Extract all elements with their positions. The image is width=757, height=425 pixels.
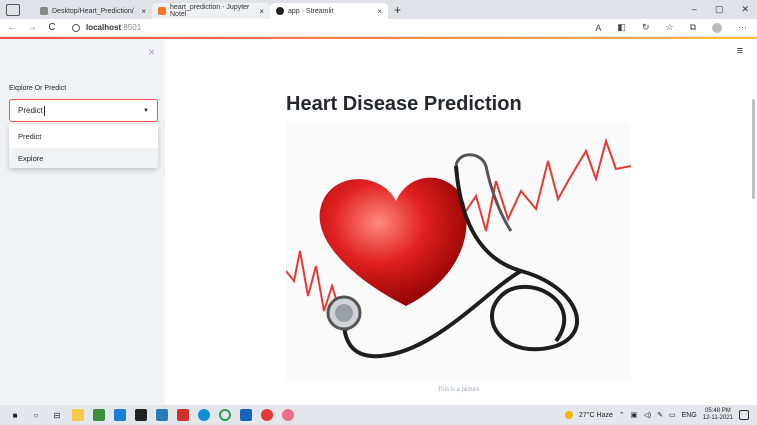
file-explorer-icon[interactable]: [72, 409, 84, 421]
select-label: Explore Or Predict: [9, 85, 67, 92]
clock[interactable]: 05:48 PM 12-11-2021: [703, 408, 733, 422]
anaconda-icon[interactable]: [93, 409, 105, 421]
weather-text[interactable]: 27°C Haze: [579, 412, 613, 419]
system-tray: 27°C Haze ⌃ ▣ ◁) ✎ ▭ ENG 05:48 PM 12-11-…: [564, 408, 757, 422]
option-predict[interactable]: Predict: [9, 126, 158, 146]
clock-time: 05:48 PM: [705, 408, 731, 414]
sidebar: × Explore Or Predict Predict ▼ Predict E…: [0, 39, 165, 405]
explore-predict-select[interactable]: Predict ▼: [9, 99, 158, 122]
search-icon[interactable]: ○: [30, 409, 42, 421]
language-indicator[interactable]: ENG: [682, 412, 697, 419]
forward-button[interactable]: →: [24, 22, 40, 33]
browser-tab-strip: Desktop/Heart_Prediction/ × heart_predic…: [0, 0, 757, 19]
page-title: Heart Disease Prediction: [286, 93, 522, 115]
read-aloud-icon[interactable]: A: [595, 23, 601, 33]
chevron-down-icon[interactable]: ▼: [143, 108, 149, 114]
chevron-up-icon[interactable]: ⌃: [619, 411, 625, 419]
tab-actions-icon[interactable]: [6, 4, 20, 16]
new-tab-button[interactable]: +: [394, 3, 401, 17]
volume-icon[interactable]: ◁): [643, 411, 651, 419]
sidebar-close-button[interactable]: ×: [148, 45, 155, 59]
window-controls: – ▢ ✕: [692, 4, 757, 19]
vscode-icon[interactable]: [114, 409, 126, 421]
heart-shape: [319, 177, 467, 306]
site-info-icon[interactable]: [72, 23, 80, 32]
browser-tab-jupyter[interactable]: heart_prediction - Jupyter Notel ×: [152, 3, 270, 19]
hamburger-menu-icon[interactable]: ≡: [737, 45, 743, 57]
extension-icon[interactable]: ◧: [617, 22, 626, 33]
heart-illustration: [285, 137, 632, 359]
back-button[interactable]: ←: [4, 22, 20, 33]
streamlit-icon: [276, 7, 284, 15]
terminal-icon[interactable]: [135, 409, 147, 421]
address-bar: ← → C localhost:8501 A ◧ ↻ ☆ ⧉ ⋯: [0, 19, 757, 37]
close-tab-icon[interactable]: ×: [377, 7, 382, 16]
weather-icon[interactable]: [564, 411, 573, 419]
tab-label: heart_prediction - Jupyter Notel: [170, 4, 250, 18]
url-port: :8501: [121, 23, 142, 32]
option-explore[interactable]: Explore: [9, 148, 158, 168]
chestpiece-diaphragm: [335, 304, 353, 322]
close-window-button[interactable]: ✕: [741, 4, 749, 15]
collections-icon[interactable]: ⧉: [690, 22, 696, 33]
main-content: ≡ Heart Disease Prediction This is a pic…: [165, 39, 757, 405]
calendar-icon[interactable]: [156, 409, 168, 421]
reload-button[interactable]: C: [44, 22, 60, 33]
refresh-page-icon[interactable]: ↻: [642, 22, 650, 33]
tab-label: Desktop/Heart_Prediction/: [52, 7, 134, 15]
stethoscope-tube: [454, 165, 579, 352]
folder-icon: [40, 7, 48, 15]
image-caption: This is a picture: [437, 387, 480, 393]
chrome-icon[interactable]: [261, 409, 273, 421]
maximize-button[interactable]: ▢: [715, 4, 724, 15]
browser-tab-desktop[interactable]: Desktop/Heart_Prediction/ ×: [34, 3, 152, 19]
browser-toolbar: A ◧ ↻ ☆ ⧉ ⋯: [595, 22, 757, 33]
scrollbar[interactable]: [752, 99, 755, 199]
photos-icon[interactable]: [282, 409, 294, 421]
select-dropdown-menu: Predict Explore: [9, 124, 158, 168]
url-host: localhost: [86, 23, 122, 32]
outlook-icon[interactable]: [240, 409, 252, 421]
taskbar-apps: ■ ○ ⊟: [0, 409, 294, 421]
cortana-icon[interactable]: [219, 409, 231, 421]
heart-stethoscope-image: [285, 121, 632, 381]
close-tab-icon[interactable]: ×: [141, 7, 146, 16]
edge-browser-icon[interactable]: [198, 409, 210, 421]
more-menu-icon[interactable]: ⋯: [738, 22, 747, 33]
favorites-icon[interactable]: ☆: [665, 22, 673, 33]
network-icon[interactable]: ▣: [631, 411, 638, 419]
clock-date: 12-11-2021: [702, 415, 733, 421]
minimize-button[interactable]: –: [692, 4, 697, 15]
pen-icon[interactable]: ✎: [657, 411, 663, 419]
windows-start-icon[interactable]: ■: [9, 409, 21, 421]
pdf-reader-icon[interactable]: [177, 409, 189, 421]
notification-center-icon[interactable]: [739, 410, 749, 420]
browser-tab-streamlit[interactable]: app · Streamlit ×: [270, 3, 388, 19]
text-cursor: [43, 105, 45, 116]
select-value: Predict: [18, 106, 43, 115]
close-tab-icon[interactable]: ×: [259, 7, 264, 16]
url-field[interactable]: localhost:8501: [72, 23, 141, 32]
battery-icon[interactable]: ▭: [669, 411, 676, 419]
tab-label: app · Streamlit: [288, 7, 334, 15]
windows-taskbar: ■ ○ ⊟ 27°C Haze ⌃ ▣ ◁) ✎ ▭ ENG 05:48 PM …: [0, 405, 757, 425]
task-view-icon[interactable]: ⊟: [51, 409, 63, 421]
jupyter-icon: [158, 7, 166, 15]
profile-avatar[interactable]: [712, 22, 722, 33]
